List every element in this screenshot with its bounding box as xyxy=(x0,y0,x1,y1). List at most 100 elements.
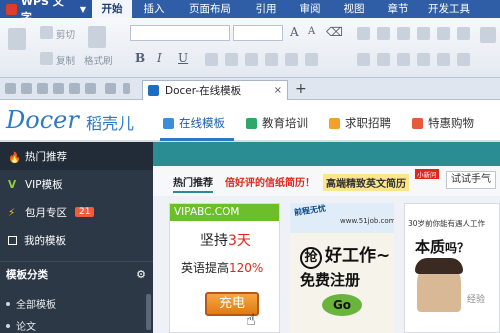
undo-icon[interactable] xyxy=(85,83,96,94)
category-label: 论文 xyxy=(16,322,36,333)
menu-tab-view[interactable]: 视图 xyxy=(332,0,376,18)
menu-tab-insert[interactable]: 插入 xyxy=(132,0,176,18)
tab-english-resume[interactable]: 高端精致英文简历 xyxy=(323,174,409,191)
gear-icon[interactable]: ⚙ xyxy=(136,268,146,281)
styles-icon[interactable] xyxy=(480,27,496,43)
person-icon xyxy=(329,117,340,129)
menu-tab-references[interactable]: 引用 xyxy=(244,0,288,18)
hot-badge: 小新问 xyxy=(415,169,439,179)
redo-icon[interactable] xyxy=(105,83,116,94)
new-tab-button[interactable]: + xyxy=(295,81,307,97)
char-shading-icon[interactable] xyxy=(305,53,318,66)
scissors-icon[interactable] xyxy=(40,26,53,39)
line-spacing-icon[interactable] xyxy=(437,53,450,66)
nav-label: 特惠购物 xyxy=(428,116,474,130)
highlight-icon[interactable] xyxy=(285,53,298,66)
card-headline: 本质吗？ xyxy=(415,238,470,256)
template-card-third[interactable]: 30岁前你能有遇人工作 本质吗？ 经验 xyxy=(404,203,500,333)
try-luck-button[interactable]: 试试手气 xyxy=(446,171,496,189)
template-card-vipabc[interactable]: VIPABC.COM 坚持3天 英语提高120% 充电 ☝ xyxy=(169,203,280,333)
clear-format-icon[interactable]: ⌫ xyxy=(326,25,343,39)
job-site: www.51job.com xyxy=(340,217,394,225)
bullet-icon xyxy=(6,301,10,306)
folder-icon[interactable] xyxy=(5,83,16,94)
underline-button[interactable]: U xyxy=(178,51,188,65)
lightning-icon: ⚡ xyxy=(8,207,16,219)
nav-online-templates[interactable]: 在线模板 xyxy=(163,115,225,131)
copy-icon[interactable] xyxy=(40,52,53,65)
menu-tab-start[interactable]: 开始 xyxy=(92,0,132,18)
ribbon-toolbar: 剪切 复制 格式刷 A A ⌫ B I U xyxy=(0,18,500,78)
align-left-icon[interactable] xyxy=(357,53,370,66)
card-brand: VIPABC.COM xyxy=(170,204,279,221)
nav-label: 教育培训 xyxy=(262,116,308,130)
category-all-templates[interactable]: 全部模板 xyxy=(6,296,56,311)
flame-icon: 🔥 xyxy=(8,152,22,164)
save-icon[interactable] xyxy=(21,83,32,94)
print-icon[interactable] xyxy=(53,83,64,94)
tab-letter-resume[interactable]: 倍好评的信纸简历！ xyxy=(225,174,315,189)
export-pdf-icon[interactable] xyxy=(37,83,48,94)
sidebar-item-vip[interactable]: V VIP模板 xyxy=(0,170,153,198)
section-title: 模板分类 xyxy=(6,269,48,281)
align-right-icon[interactable] xyxy=(397,53,410,66)
card-caption: 30岁前你能有遇人工作 xyxy=(408,219,486,228)
subscript-icon[interactable] xyxy=(245,53,258,66)
chevron-down-icon[interactable] xyxy=(123,83,130,94)
borders-icon[interactable] xyxy=(457,53,470,66)
align-center-icon[interactable] xyxy=(377,53,390,66)
font-color-icon[interactable] xyxy=(265,53,278,66)
justify-icon[interactable] xyxy=(417,53,430,66)
numbering-icon[interactable] xyxy=(377,27,390,40)
grow-font-icon[interactable]: A xyxy=(290,25,299,39)
bold-button[interactable]: B xyxy=(135,51,145,65)
nav-jobs[interactable]: 求职招聘 xyxy=(329,115,391,131)
menu-tab-review[interactable]: 审阅 xyxy=(288,0,332,18)
app-menu-button[interactable]: WPS 文字 ▼ xyxy=(0,0,92,24)
menu-bar: WPS 文字 ▼ 开始 插入 页面布局 引用 审阅 视图 章节 开发工具 xyxy=(0,0,500,24)
copy-label[interactable]: 复制 xyxy=(56,53,75,67)
template-categories-header: 模板分类 ⚙ xyxy=(0,261,153,287)
category-paper[interactable]: 论文 xyxy=(6,318,36,333)
nav-shopping[interactable]: 特惠购物 xyxy=(412,115,474,131)
card-line1: 坚持3天 xyxy=(200,233,251,249)
nav-education[interactable]: 教育培训 xyxy=(246,115,308,131)
sidebar-item-my-templates[interactable]: 我的模板 xyxy=(0,226,153,254)
tab-docer-online-templates[interactable]: Docer-在线模板 × xyxy=(142,80,288,100)
chevron-down-icon: ▼ xyxy=(79,4,86,14)
decrease-indent-icon[interactable] xyxy=(397,27,410,40)
shrink-font-icon[interactable]: A xyxy=(308,26,315,37)
font-size-field[interactable] xyxy=(233,25,283,41)
docer-logo[interactable]: Docer xyxy=(6,106,79,134)
print-preview-icon[interactable] xyxy=(69,83,80,94)
count-badge: 21 xyxy=(75,207,95,217)
superscript-icon[interactable] xyxy=(225,53,238,66)
nav-label: 求职招聘 xyxy=(345,116,391,130)
sidebar-scrollbar[interactable] xyxy=(146,294,151,330)
sort-icon[interactable] xyxy=(437,27,450,40)
template-card-51job[interactable]: 前程无忧 www.51job.com 抢好工作~ 免费注册 Go xyxy=(290,203,394,333)
document-tab-title: Docer-在线模板 xyxy=(165,85,242,97)
hand-pointer-icon: ☝ xyxy=(246,310,256,329)
bullets-icon[interactable] xyxy=(357,27,370,40)
sidebar-item-hot[interactable]: 🔥 热门推荐 xyxy=(0,142,153,170)
shopping-icon xyxy=(412,117,423,129)
cut-label[interactable]: 剪切 xyxy=(56,27,75,41)
font-name-field[interactable] xyxy=(130,25,230,41)
watermark: 经验 xyxy=(467,295,486,305)
increase-indent-icon[interactable] xyxy=(417,27,430,40)
strikethrough-icon[interactable] xyxy=(205,53,218,66)
paste-icon[interactable] xyxy=(8,28,26,50)
menu-tab-chapter[interactable]: 章节 xyxy=(376,0,420,18)
docer-header: Docer 稻壳儿 在线模板 教育培训 求职招聘 特惠购物 xyxy=(0,100,500,142)
close-icon[interactable]: × xyxy=(274,85,282,96)
go-badge: Go xyxy=(322,294,362,316)
format-painter-icon[interactable] xyxy=(88,26,106,48)
sidebar-item-monthly[interactable]: ⚡ 包月专区 21 xyxy=(0,198,153,226)
menu-tab-page-layout[interactable]: 页面布局 xyxy=(176,0,244,18)
menu-tab-developer[interactable]: 开发工具 xyxy=(420,0,478,18)
italic-button[interactable]: I xyxy=(157,51,162,65)
format-painter-label[interactable]: 格式刷 xyxy=(84,53,113,67)
show-marks-icon[interactable] xyxy=(457,27,470,40)
tab-hot-recommend[interactable]: 热门推荐 xyxy=(173,174,213,193)
